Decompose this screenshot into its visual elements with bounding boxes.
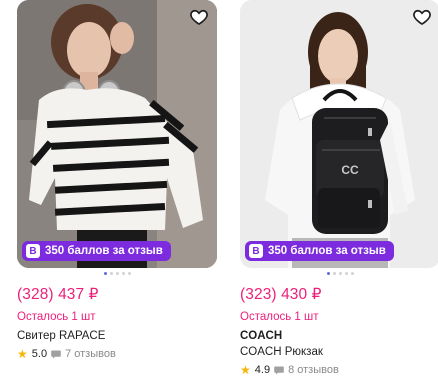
product-card[interactable]: В 350 баллов за отзыв (328) 437 ₽ Остало… bbox=[17, 0, 217, 360]
product-rating: ★ 4.9 8 отзывов bbox=[240, 364, 438, 376]
star-icon: ★ bbox=[17, 347, 28, 361]
product-card[interactable]: CC В 350 баллов за отзыв (323) 430 ₽ Ост… bbox=[240, 0, 438, 376]
pagination-dot bbox=[344, 272, 348, 275]
badge-label: 350 баллов за отзыв bbox=[268, 245, 386, 257]
points-icon: В bbox=[249, 244, 263, 258]
stock-remaining: Осталось 1 шт bbox=[240, 311, 319, 323]
pagination-dot bbox=[115, 272, 119, 275]
product-title[interactable]: COACH Рюкзак bbox=[240, 346, 438, 358]
pagination-dot bbox=[338, 272, 342, 275]
favorite-heart-icon[interactable] bbox=[411, 6, 433, 28]
comment-icon bbox=[51, 350, 61, 358]
review-count[interactable]: 8 отзывов bbox=[288, 364, 339, 376]
product-photo[interactable]: CC В 350 баллов за отзыв bbox=[240, 0, 438, 268]
rating-value: 5.0 bbox=[31, 348, 48, 360]
comment-icon bbox=[274, 366, 284, 374]
star-icon: ★ bbox=[240, 363, 251, 377]
image-pagination-dots bbox=[240, 272, 438, 276]
product-image-sweater bbox=[17, 0, 217, 268]
pagination-dot bbox=[326, 272, 330, 275]
pagination-dot bbox=[103, 272, 107, 275]
badge-label: 350 баллов за отзыв bbox=[45, 245, 163, 257]
pagination-dot bbox=[121, 272, 125, 275]
favorite-heart-icon[interactable] bbox=[188, 6, 210, 28]
review-bonus-badge: В 350 баллов за отзыв bbox=[22, 241, 171, 261]
review-bonus-badge: В 350 баллов за отзыв bbox=[245, 241, 394, 261]
pagination-dot bbox=[332, 272, 336, 275]
rating-value: 4.9 bbox=[254, 364, 271, 376]
product-image-backpack: CC bbox=[240, 0, 438, 268]
product-title[interactable]: Свитер RAPACE bbox=[17, 330, 217, 342]
review-count[interactable]: 7 отзывов bbox=[65, 348, 116, 360]
points-icon: В bbox=[26, 244, 40, 258]
pagination-dot bbox=[127, 272, 131, 275]
stock-remaining: Осталось 1 шт bbox=[17, 311, 96, 323]
svg-text:CC: CC bbox=[341, 163, 359, 177]
product-price: (328) 437 ₽ bbox=[17, 286, 99, 303]
image-pagination-dots bbox=[17, 272, 217, 276]
product-rating: ★ 5.0 7 отзывов bbox=[17, 348, 217, 360]
product-brand[interactable]: COACH bbox=[240, 330, 438, 342]
pagination-dot bbox=[109, 272, 113, 275]
pagination-dot bbox=[350, 272, 354, 275]
product-photo[interactable]: В 350 баллов за отзыв bbox=[17, 0, 217, 268]
product-price: (323) 430 ₽ bbox=[240, 286, 322, 303]
